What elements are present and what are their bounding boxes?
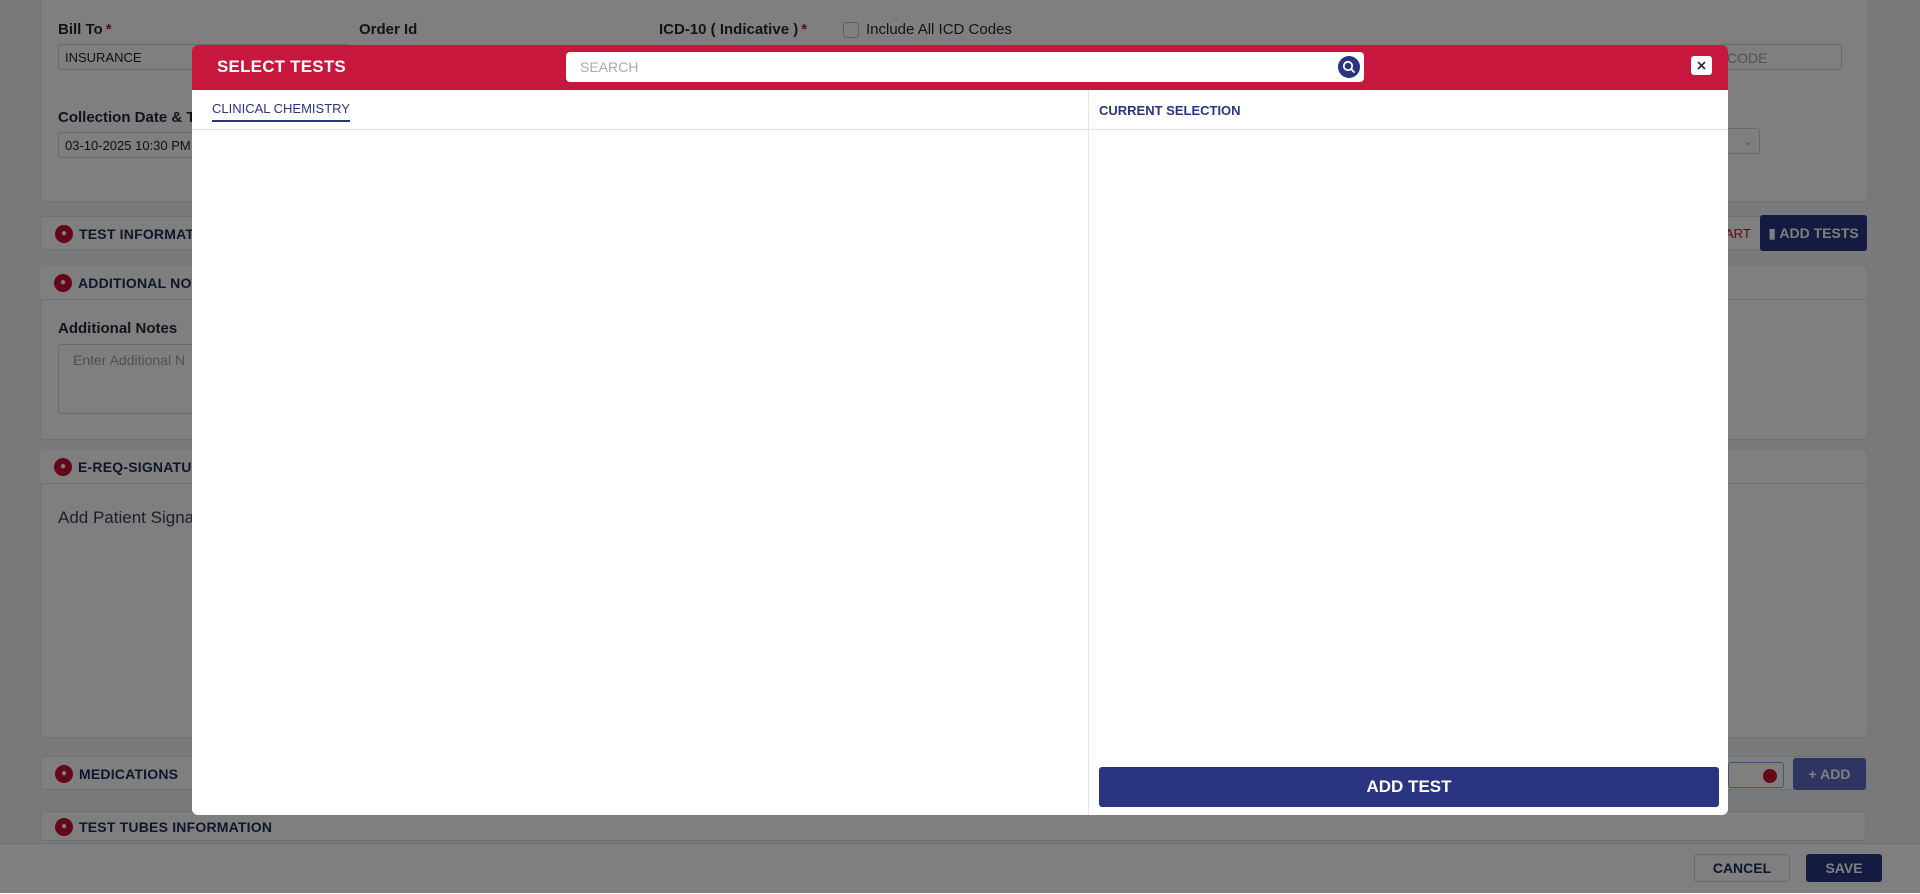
test-search-input[interactable] [566, 52, 1326, 82]
add-test-button[interactable]: ADD TEST [1099, 767, 1719, 807]
current-selection-title: CURRENT SELECTION [1099, 103, 1241, 118]
close-icon[interactable] [1691, 56, 1712, 75]
tab-clinical-chemistry[interactable]: CLINICAL CHEMISTRY [212, 101, 350, 122]
test-search-box [566, 52, 1364, 82]
search-icon[interactable] [1338, 56, 1360, 78]
modal-header: SELECT TESTS [192, 45, 1728, 90]
modal-title: SELECT TESTS [217, 57, 346, 76]
test-category-pane: CLINICAL CHEMISTRY [192, 90, 1088, 815]
selected-tests-list [1089, 130, 1728, 760]
select-tests-modal: SELECT TESTS CLINICAL CHEMISTRY CURRENT [192, 45, 1728, 815]
test-list [192, 130, 1088, 815]
current-selection-header: CURRENT SELECTION [1089, 90, 1728, 130]
current-selection-pane: CURRENT SELECTION ADD TEST [1088, 90, 1728, 815]
category-tabs: CLINICAL CHEMISTRY [192, 90, 1088, 130]
